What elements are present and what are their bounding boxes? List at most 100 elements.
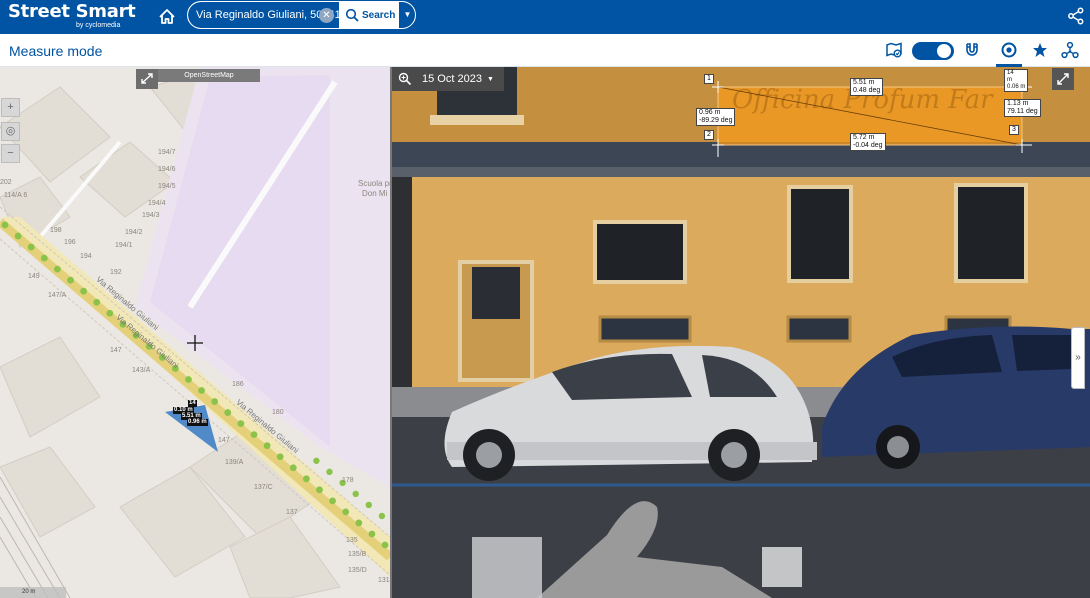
brand-title: Street Smart <box>8 1 136 22</box>
clear-search-icon[interactable]: ✕ <box>319 8 334 23</box>
panorama-image <box>392 67 1090 598</box>
toggle-knob <box>937 44 951 58</box>
house-number: 180 <box>272 409 284 416</box>
measure-distance: 0.06 m <box>1007 84 1026 90</box>
track-point <box>211 398 219 405</box>
map-sync-icon[interactable] <box>885 41 903 59</box>
track-point <box>185 376 192 383</box>
search-icon <box>345 8 359 22</box>
measure-point-number: 14 <box>1007 70 1014 76</box>
locate-button[interactable]: ◎ <box>1 122 20 141</box>
house-number: 137/C <box>254 484 273 491</box>
measure-angle: -89.29 deg <box>699 117 733 124</box>
track-point <box>198 387 205 394</box>
house-number: 139/A <box>225 459 244 466</box>
track-point <box>342 508 350 516</box>
track-point <box>250 431 258 439</box>
expand-map-icon[interactable] <box>136 69 158 89</box>
magnet-snap-icon[interactable] <box>963 41 981 59</box>
panorama-viewer[interactable]: Officina Profum Far 15 Oct 2023 ▼ 1 2 3 … <box>390 67 1090 598</box>
search-button[interactable]: Search <box>339 2 399 28</box>
house-number: 186 <box>232 381 244 388</box>
track-point <box>326 468 333 476</box>
measure-label-bottom: 5.72 m -0.04 deg <box>850 133 886 151</box>
measure-angle: 0.48 deg <box>853 87 881 94</box>
house-number: 135/B <box>348 551 367 558</box>
point-measure-icon[interactable] <box>1000 41 1018 59</box>
measure-tag: 0.96 m <box>187 419 208 426</box>
measure-point-label: 3 <box>1009 125 1019 135</box>
track-point <box>276 453 284 461</box>
measure-distance: m <box>1007 77 1012 83</box>
house-number: 202 <box>0 179 12 186</box>
measure-tag: 14 <box>188 400 197 407</box>
track-point <box>27 243 35 251</box>
house-number: 147 <box>218 437 230 444</box>
measure-distance: 5.51 m <box>853 79 875 86</box>
track-point <box>67 276 74 284</box>
measure-point-label: 1 <box>704 74 714 84</box>
track-point <box>365 501 372 509</box>
search-options-chevron-down-icon[interactable]: ▼ <box>399 2 415 28</box>
track-point <box>263 442 271 450</box>
house-number: 194/3 <box>142 212 160 219</box>
house-number: 114/A 6 <box>4 192 28 199</box>
track-point <box>378 512 386 520</box>
poi-label: Scuola pr <box>358 179 390 188</box>
measure-distance: 5.72 m <box>853 134 875 141</box>
polygon-measure-icon[interactable] <box>1031 41 1049 59</box>
track-point <box>381 541 389 549</box>
house-number: 135 <box>346 537 358 544</box>
track-point <box>313 457 320 464</box>
track-point <box>329 497 336 505</box>
mode-toggle[interactable] <box>912 42 954 60</box>
zoom-in-button[interactable]: + <box>1 98 20 117</box>
house-number: 135/D <box>348 567 367 574</box>
recording-date: 15 Oct 2023 <box>422 73 482 85</box>
recording-date-selector[interactable]: 15 Oct 2023 ▼ <box>392 67 504 91</box>
side-panel-toggle[interactable]: » <box>1071 327 1085 389</box>
track-point <box>289 464 297 472</box>
house-number: 147/A <box>48 292 67 299</box>
house-number: 198 <box>50 227 62 234</box>
track-point <box>368 530 376 538</box>
track-point <box>1 221 9 229</box>
expand-panorama-icon[interactable] <box>1052 68 1074 90</box>
track-point <box>54 265 61 273</box>
map-canvas <box>0 67 390 598</box>
search-bar: ✕ Search ▼ <box>187 1 416 29</box>
house-number: 194/1 <box>115 242 133 249</box>
house-number: 149 <box>28 273 40 280</box>
share-icon[interactable] <box>1067 7 1085 25</box>
measure-distance: 0.96 m <box>699 109 721 116</box>
search-button-label: Search <box>362 9 396 21</box>
measure-label-corner: 14 m 0.06 m <box>1004 69 1029 92</box>
search-input[interactable] <box>188 2 339 28</box>
page-title: Measure mode <box>9 43 103 59</box>
house-number: 143/A <box>132 367 151 374</box>
measure-angle: 79.11 deg <box>1007 108 1038 115</box>
network-measure-icon[interactable] <box>1061 41 1079 59</box>
house-number: 178 <box>342 477 354 484</box>
track-point <box>93 298 101 306</box>
track-point <box>316 486 323 494</box>
home-icon[interactable] <box>156 6 178 28</box>
zoom-out-button[interactable]: − <box>1 144 20 163</box>
house-number: 147 <box>110 347 122 354</box>
street-smart-logo: Street Smart by cyclomedia <box>8 1 136 30</box>
house-number: 137 <box>286 509 298 516</box>
measure-angle: -0.04 deg <box>853 142 883 149</box>
house-number: 131 <box>378 577 390 584</box>
map-panel[interactable]: + ◎ − OpenStreetMap Via Reginaldo Giulia… <box>0 67 390 598</box>
track-point <box>14 232 22 240</box>
map-attribution: OpenStreetMap <box>158 69 260 82</box>
measure-label-left: 0.96 m -89.29 deg <box>696 108 736 126</box>
measure-label-right: 1.13 m 79.11 deg <box>1004 99 1041 117</box>
track-point <box>237 420 245 428</box>
house-number: 194/7 <box>158 149 176 156</box>
house-number: 192 <box>110 269 122 276</box>
app-header: Street Smart by cyclomedia ✕ Search ▼ <box>0 0 1090 34</box>
zoom-icon[interactable] <box>392 67 418 91</box>
house-number: 194/5 <box>158 183 176 190</box>
track-point <box>302 475 310 483</box>
